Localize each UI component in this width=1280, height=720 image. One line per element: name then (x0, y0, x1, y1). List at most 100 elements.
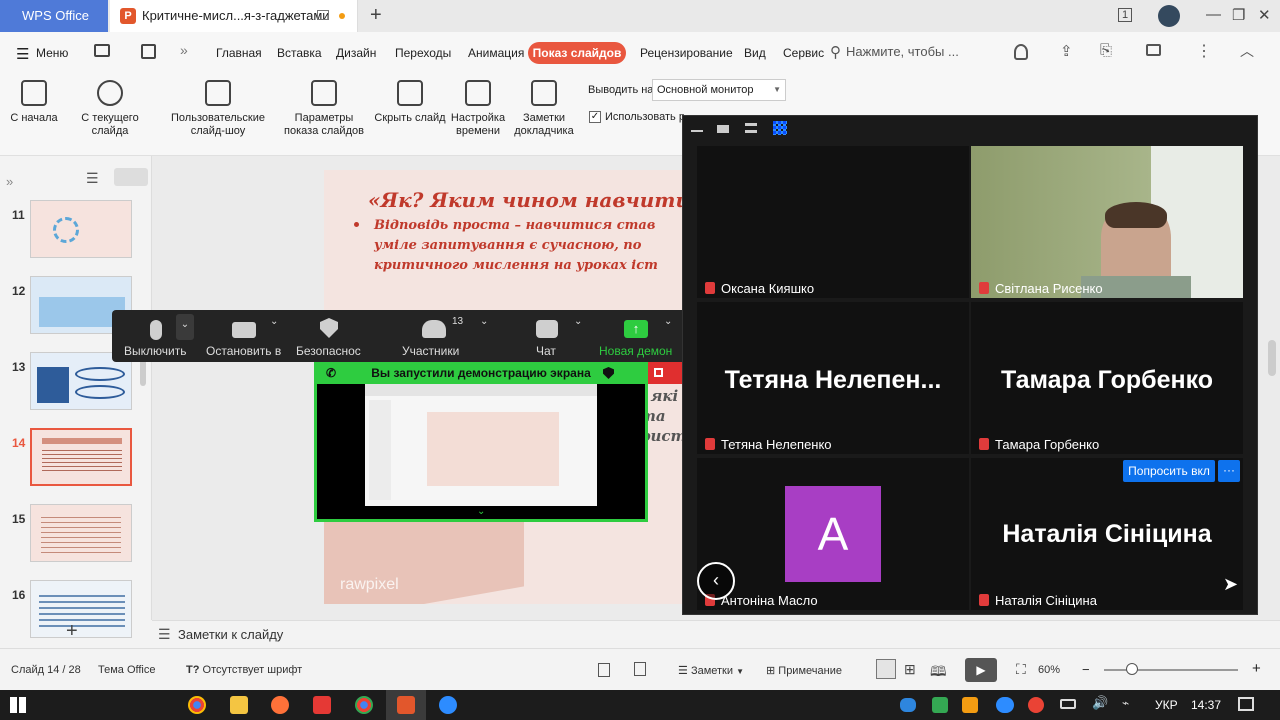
tab-design[interactable]: Дизайн (336, 46, 376, 60)
file-explorer-icon[interactable] (230, 696, 248, 714)
video-camera-icon[interactable] (232, 322, 256, 338)
stop-share-button[interactable] (648, 362, 682, 384)
show-params-button[interactable]: Параметры показа слайдов (278, 80, 370, 138)
custom-show-button[interactable]: Пользовательские слайд-шоу (170, 80, 266, 138)
zoom-icon[interactable] (439, 696, 457, 714)
zoom-tray-icon[interactable] (996, 697, 1014, 713)
zoom-level[interactable]: 60% (1038, 664, 1060, 676)
ask-unmute-button[interactable]: Попросить вкл (1123, 460, 1215, 482)
zoom-out-icon[interactable]: − (1082, 662, 1090, 677)
minimize-window-icon[interactable] (717, 125, 729, 133)
fit-window-icon[interactable]: ⛶ (1016, 661, 1026, 678)
slide-thumbnail-16[interactable] (30, 580, 132, 638)
collapse-ribbon-icon[interactable]: ︿ (1240, 41, 1254, 61)
new-share-button[interactable]: Новая демон (599, 344, 672, 358)
tab-wps-home[interactable]: WPS Office (0, 0, 108, 32)
hide-slide-button[interactable]: Скрыть слайд (374, 80, 446, 125)
thumbnail-view-icon[interactable] (114, 168, 148, 186)
participant-tile[interactable]: Тетяна Нелепен... Тетяна Нелепенко (697, 302, 969, 454)
missing-font-button[interactable]: T? Отсутствует шрифт (186, 664, 302, 676)
more-icon[interactable]: ⋮ (1196, 41, 1212, 61)
participant-tile[interactable]: A Антоніна Масло (697, 458, 969, 610)
canvas-scrollbar[interactable] (1268, 340, 1276, 376)
save-icon[interactable] (141, 44, 156, 59)
chat-button[interactable]: Чат (536, 344, 556, 358)
tab-slideshow[interactable]: Показ слайдов (528, 42, 626, 64)
tab-tools[interactable]: Сервис (783, 46, 824, 60)
more-options-button[interactable]: ··· (1218, 460, 1240, 482)
search-icon[interactable]: ⚲ (830, 43, 841, 61)
share-icon[interactable]: ⇪ (1060, 42, 1073, 60)
tab-insert[interactable]: Вставка (277, 46, 322, 60)
speaker-notes-button[interactable]: Заметки докладчика (512, 80, 576, 138)
chevron-right-icon[interactable]: » (180, 42, 188, 58)
folder-icon[interactable] (94, 44, 110, 57)
from-start-button[interactable]: С начала (10, 80, 58, 125)
wps-presentation-icon[interactable] (397, 696, 415, 714)
participant-tile[interactable]: Тамара Горбенко Тамара Горбенко (971, 302, 1243, 454)
firefox-icon[interactable] (271, 696, 289, 714)
chrome-icon[interactable] (188, 696, 206, 714)
chevron-down-icon[interactable]: ⌄ (477, 506, 485, 517)
participant-tile[interactable]: Світлана Рисенко (971, 146, 1243, 298)
notifications-icon[interactable] (1238, 697, 1254, 711)
shield-icon[interactable] (320, 318, 338, 338)
mute-button[interactable]: Выключить (124, 344, 186, 358)
share-screen-icon[interactable]: ↑ (624, 320, 648, 338)
close-icon[interactable]: ✕ (1258, 6, 1271, 24)
output-select[interactable]: Основной монитор ▼ (652, 79, 786, 101)
zoom-slider-handle[interactable] (1126, 663, 1139, 675)
expand-panel-icon[interactable]: » (6, 174, 13, 189)
slide-thumbnail-15[interactable] (30, 504, 132, 562)
chevron-down-icon[interactable]: ⌄ (176, 314, 194, 340)
participant-tile[interactable]: Наталія Сініцина Попросить вкл ··· Натал… (971, 458, 1243, 610)
wps-icon[interactable] (313, 696, 331, 714)
chevron-down-icon[interactable]: ⌄ (664, 316, 672, 327)
language-indicator[interactable]: УКР (1155, 698, 1178, 712)
slide-thumbnail-14[interactable] (30, 428, 132, 486)
slide-thumbnail-11[interactable] (30, 200, 132, 258)
security-button[interactable]: Безопаснос (296, 344, 361, 358)
timing-button[interactable]: Настройка времени (448, 80, 508, 138)
hamburger-icon[interactable]: ☰ (16, 45, 29, 63)
restore-icon[interactable]: ❐ (1232, 6, 1245, 24)
chevron-down-icon[interactable]: ⌄ (270, 316, 278, 327)
search-input[interactable]: Нажмите, чтобы ... (846, 44, 959, 59)
chrome-tray-icon[interactable] (1028, 697, 1044, 713)
gallery-view-icon[interactable] (773, 121, 787, 135)
windows-start-icon[interactable] (10, 697, 26, 713)
chat-icon[interactable] (536, 320, 558, 338)
stop-video-button[interactable]: Остановить в (206, 344, 281, 358)
tab-document[interactable]: P Критичне-мисл...я-з-гаджетами (110, 0, 358, 32)
speaker-view-icon[interactable] (745, 123, 757, 133)
onedrive-icon[interactable] (900, 698, 916, 712)
app-tray-icon[interactable] (962, 697, 978, 713)
notes-toggle[interactable]: ☰ Заметки ▼ (678, 664, 744, 677)
tab-view[interactable]: Вид (744, 46, 766, 60)
participant-tile[interactable]: Оксана Кияшко (697, 146, 969, 298)
comment-toggle[interactable]: ⊞ Примечание (766, 664, 842, 677)
from-current-button[interactable]: С текущего слайда (62, 80, 158, 138)
export-icon[interactable]: ⎘ (1100, 42, 1112, 59)
chevron-down-icon[interactable]: ⌄ (480, 316, 488, 327)
menu-button[interactable]: Меню (36, 46, 68, 60)
play-slideshow-button[interactable]: ▶ (965, 658, 997, 682)
chevron-down-icon[interactable]: ⌄ (574, 316, 582, 327)
avatar[interactable] (1158, 5, 1180, 27)
plus-icon[interactable]: + (370, 4, 382, 27)
previous-page-button[interactable]: ‹ (697, 562, 735, 600)
add-slide-icon[interactable]: + (66, 620, 78, 643)
microphone-icon[interactable] (150, 320, 162, 340)
fit-icon[interactable] (634, 662, 646, 676)
reading-view-icon[interactable]: 🕮 (930, 661, 947, 685)
zoom-slider[interactable] (1104, 669, 1238, 671)
tab-review[interactable]: Рецензирование (640, 46, 733, 60)
reading-mode-icon[interactable] (598, 663, 610, 677)
minimize-icon[interactable]: — (1206, 6, 1221, 23)
participants-button[interactable]: Участники (402, 344, 459, 358)
participants-icon[interactable] (422, 320, 446, 338)
use-checkbox[interactable]: ✓ (589, 111, 601, 123)
chrome-icon[interactable] (355, 696, 373, 714)
tab-home[interactable]: Главная (216, 46, 262, 60)
minimize-icon[interactable] (691, 130, 703, 132)
